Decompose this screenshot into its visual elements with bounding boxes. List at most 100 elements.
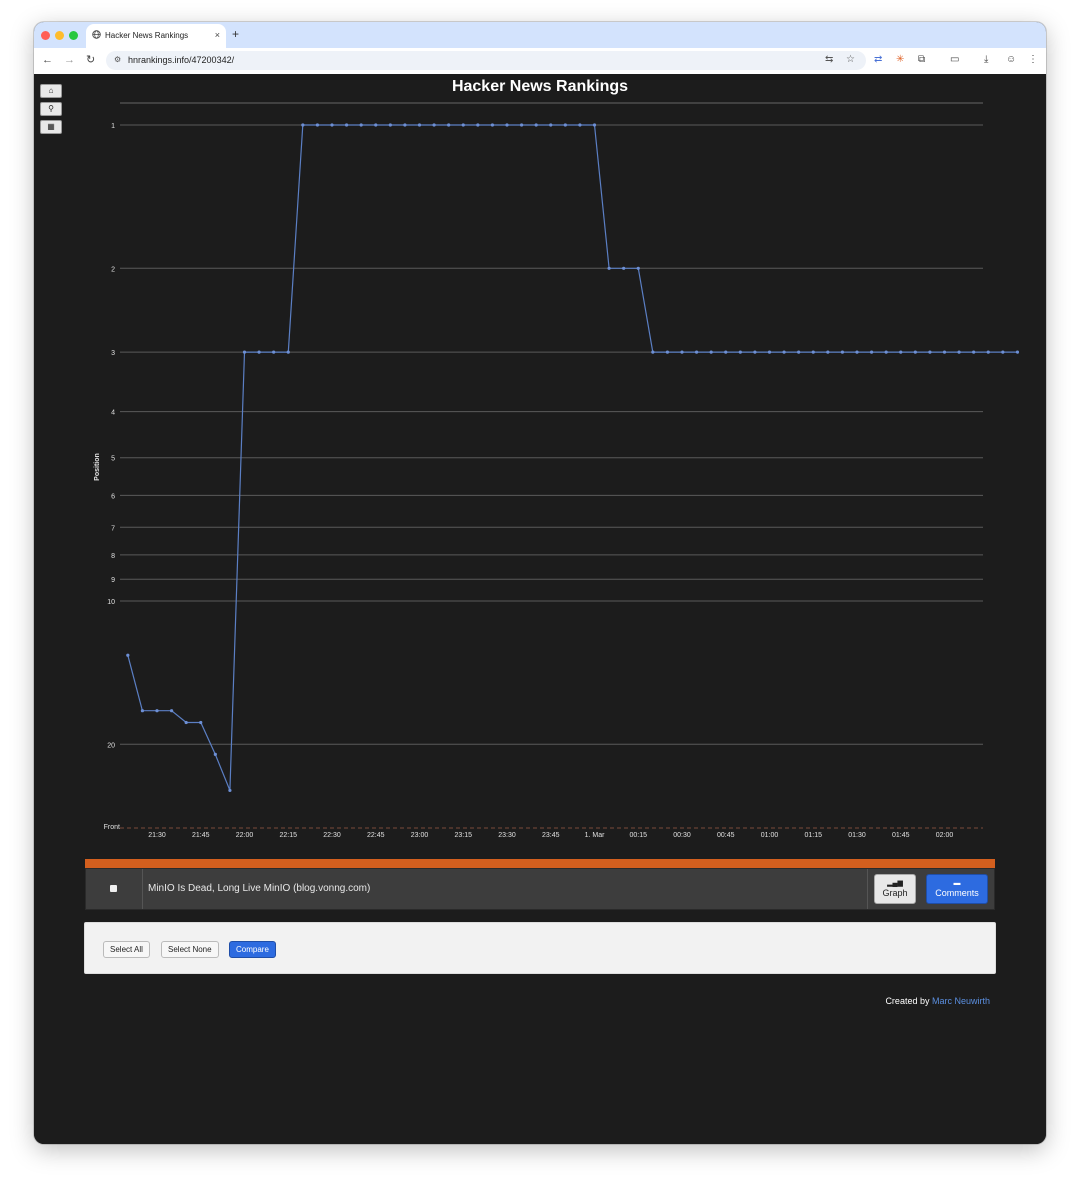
graph-button-label: Graph — [882, 888, 908, 898]
translate-icon[interactable]: ⇆ — [825, 54, 833, 65]
data-point — [155, 709, 159, 713]
story-title[interactable]: MinIO Is Dead, Long Live MinIO (blog.von… — [148, 883, 370, 894]
data-point — [549, 123, 553, 127]
browser-window: Hacker News Rankings × + ← → ↻ ⚙ hnranki… — [34, 22, 1046, 1144]
data-point — [140, 709, 145, 713]
x-tick-label: 23:00 — [411, 832, 429, 839]
x-tick-label: 22:00 — [236, 832, 254, 839]
data-point — [680, 350, 684, 354]
select-none-button[interactable]: Select None — [161, 941, 219, 958]
close-window-button[interactable] — [41, 31, 50, 40]
download-icon[interactable]: ⤓ — [984, 54, 988, 66]
data-point — [388, 123, 392, 127]
data-point — [286, 350, 290, 354]
url-text[interactable]: hnrankings.info/47200342/ — [128, 55, 234, 65]
data-point — [519, 123, 524, 127]
data-point — [972, 350, 976, 354]
new-tab-button[interactable]: + — [232, 27, 239, 41]
browser-toolbar: ← → ↻ ⚙ hnrankings.info/47200342/ ⇆ ☆ ⇄ … — [34, 48, 1046, 75]
data-point — [811, 350, 815, 354]
selection-panel: Select All Select None Compare — [84, 922, 996, 974]
data-point — [607, 266, 611, 270]
tab-search-icon[interactable]: ▭ — [950, 54, 959, 66]
x-tick-label: 22:45 — [367, 832, 385, 839]
data-point — [403, 123, 407, 127]
y-tick-label: 7 — [111, 525, 115, 532]
x-tick-label: 21:30 — [148, 832, 166, 839]
data-point — [432, 123, 436, 127]
globe-icon — [92, 30, 101, 39]
y-tick-label: 6 — [111, 493, 115, 500]
y-tick-label: 8 — [111, 553, 115, 560]
author-link[interactable]: Marc Neuwirth — [932, 996, 990, 1006]
minimize-window-button[interactable] — [55, 31, 64, 40]
data-point — [199, 720, 203, 725]
y-tick-label: 10 — [107, 599, 115, 606]
data-point — [636, 266, 640, 270]
data-point — [869, 350, 874, 354]
data-point — [344, 123, 349, 127]
data-point — [665, 350, 670, 354]
data-point — [884, 350, 888, 354]
data-point — [928, 350, 932, 354]
data-point — [169, 709, 174, 713]
x-tick-label: 01:45 — [892, 832, 910, 839]
x-tick-label: 22:30 — [323, 832, 341, 839]
extension-burst-icon[interactable]: ✳ — [896, 54, 904, 66]
tab-hacker-news-rankings[interactable]: Hacker News Rankings × — [86, 24, 226, 48]
data-point — [622, 266, 626, 270]
data-point — [694, 350, 699, 354]
data-point — [942, 350, 947, 354]
data-point — [724, 350, 728, 354]
x-tick-label: 23:45 — [542, 832, 560, 839]
menu-kebab-icon[interactable]: ⋮ — [1028, 54, 1038, 66]
y-tick-label: 1 — [111, 123, 115, 130]
x-tick-label: 01:00 — [761, 832, 779, 839]
data-point — [315, 123, 320, 127]
data-point — [505, 123, 509, 127]
data-point — [359, 123, 363, 127]
site-info-icon[interactable]: ⚙ — [114, 55, 121, 64]
x-tick-label: 23:15 — [454, 832, 472, 839]
story-checkbox[interactable] — [110, 885, 117, 892]
x-tick-label: 1. Mar — [585, 832, 606, 839]
y-tick-label: 3 — [111, 350, 115, 357]
y-tick-label: 4 — [111, 410, 115, 417]
maximize-window-button[interactable] — [69, 31, 78, 40]
select-all-button[interactable]: Select All — [103, 941, 150, 958]
data-point — [257, 350, 261, 354]
data-point — [447, 123, 451, 127]
extensions-puzzle-icon[interactable]: ⧉ — [918, 54, 925, 66]
speech-bubble-icon: ▬ — [953, 880, 961, 887]
data-point — [330, 123, 334, 127]
address-bar[interactable]: ⚙ hnrankings.info/47200342/ ⇆ ☆ — [106, 51, 866, 70]
data-point — [184, 720, 188, 725]
forward-icon[interactable]: → — [64, 54, 75, 66]
bookmark-star-icon[interactable]: ☆ — [846, 54, 855, 65]
data-point — [826, 350, 830, 354]
rankings-chart: Position 1 2 3 4 5 6 7 8 9 10 20 Front 21:30 21:45 22:… — [94, 102, 1020, 839]
data-point — [578, 123, 582, 127]
tab-close-icon[interactable]: × — [215, 30, 220, 40]
compare-button[interactable]: Compare — [229, 941, 276, 958]
graph-button[interactable]: ▂▄▆ Graph — [874, 874, 916, 904]
y-tick-label: 2 — [111, 266, 115, 273]
back-icon[interactable]: ← — [42, 54, 53, 66]
y-axis-label: Position — [94, 453, 101, 481]
data-point — [855, 350, 859, 354]
data-point — [461, 123, 465, 127]
x-tick-label: 00:15 — [629, 832, 647, 839]
data-point — [228, 788, 232, 793]
tab-title: Hacker News Rankings — [105, 31, 189, 40]
story-row: MinIO Is Dead, Long Live MinIO (blog.von… — [85, 868, 995, 910]
data-point — [534, 123, 538, 127]
reload-icon[interactable]: ↻ — [86, 54, 95, 66]
profile-avatar-icon[interactable]: ☺ — [1006, 54, 1016, 66]
x-tick-label: 01:15 — [804, 832, 822, 839]
data-point — [913, 350, 917, 354]
data-point — [213, 752, 217, 756]
y-tick-label: 5 — [111, 456, 115, 463]
translate-extension-icon[interactable]: ⇄ — [874, 54, 882, 66]
comments-button[interactable]: ▬ Comments — [926, 874, 988, 904]
data-point — [490, 123, 495, 127]
